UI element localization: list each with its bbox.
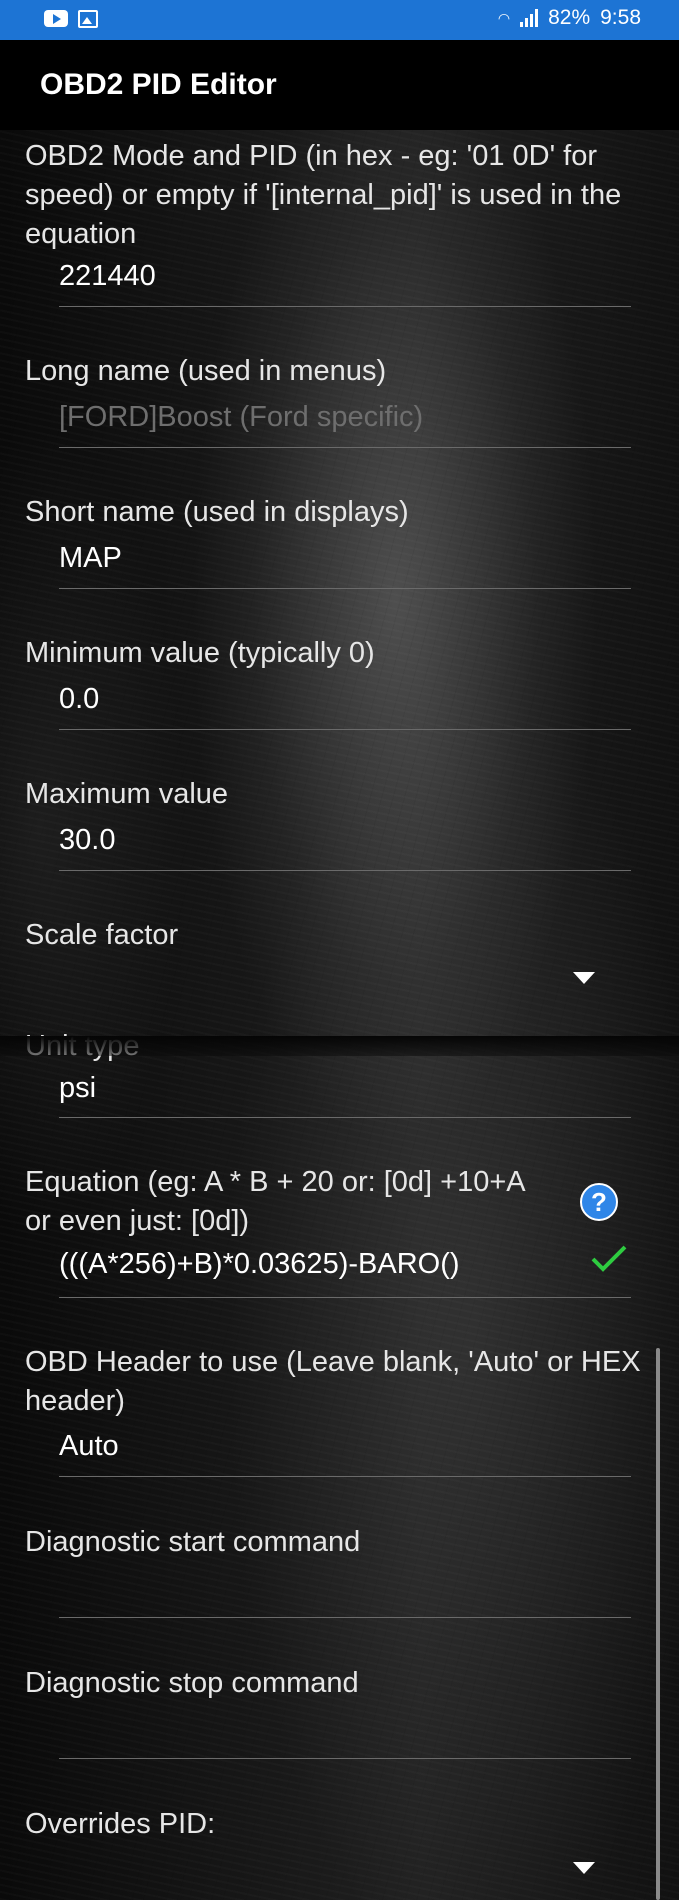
scale-factor-label: Scale factor	[25, 919, 179, 951]
overrides-pid-dropdown-arrow-icon[interactable]	[573, 1862, 595, 1874]
min-value-underline	[59, 729, 631, 730]
spinner-dropdown-edge	[0, 1036, 679, 1056]
long-name-input[interactable]: [FORD]Boost (Ford specific)	[59, 399, 423, 435]
obd-header-label: OBD Header to use (Leave blank, 'Auto' o…	[25, 1346, 641, 1417]
short-name-label: Short name (used in displays)	[25, 496, 409, 528]
mode-pid-input[interactable]: 221440	[59, 258, 156, 294]
scale-factor-dropdown-arrow-icon[interactable]	[573, 972, 595, 984]
clock: 9:58	[600, 6, 641, 29]
help-icon[interactable]: ?	[580, 1183, 618, 1221]
diag-start-label: Diagnostic start command	[25, 1526, 361, 1558]
scrollbar[interactable]	[656, 1348, 660, 1900]
signal-icon	[520, 9, 539, 27]
equation-label: Equation (eg: A * B + 20 or: [0d] +10+A …	[25, 1166, 525, 1237]
unit-type-underline	[59, 1117, 631, 1118]
max-value-input[interactable]: 30.0	[59, 822, 115, 858]
background-texture	[0, 130, 679, 1900]
max-value-label: Maximum value	[25, 778, 229, 810]
diag-start-underline	[59, 1617, 631, 1618]
diag-stop-underline	[59, 1758, 631, 1759]
page-title: OBD2 PID Editor	[40, 68, 277, 101]
max-value-underline	[59, 870, 631, 871]
mode-pid-label: OBD2 Mode and PID (in hex - eg: '01 0D' …	[25, 140, 622, 250]
battery-percent: 82%	[548, 6, 591, 29]
youtube-icon	[44, 10, 68, 27]
app-bar: OBD2 PID Editor	[0, 40, 679, 130]
mode-pid-underline	[59, 306, 631, 307]
short-name-underline	[59, 588, 631, 589]
obd-header-input[interactable]: Auto	[59, 1428, 119, 1464]
min-value-input[interactable]: 0.0	[59, 681, 99, 717]
wifi-icon: ◠	[497, 10, 511, 26]
overrides-pid-label: Overrides PID:	[25, 1808, 216, 1840]
long-name-label: Long name (used in menus)	[25, 355, 387, 387]
short-name-input[interactable]: MAP	[59, 540, 122, 576]
status-bar: ◠ 82% 9:58	[0, 0, 679, 40]
equation-underline	[59, 1297, 631, 1298]
min-value-label: Minimum value (typically 0)	[25, 637, 375, 669]
equation-input[interactable]: (((A*256)+B)*0.03625)-BARO()	[59, 1246, 460, 1282]
gallery-icon	[78, 10, 98, 28]
unit-type-input[interactable]: psi	[59, 1070, 96, 1106]
obd-header-underline	[59, 1476, 631, 1477]
diag-stop-label: Diagnostic stop command	[25, 1667, 359, 1699]
long-name-underline	[59, 447, 631, 448]
check-icon	[591, 1245, 627, 1272]
